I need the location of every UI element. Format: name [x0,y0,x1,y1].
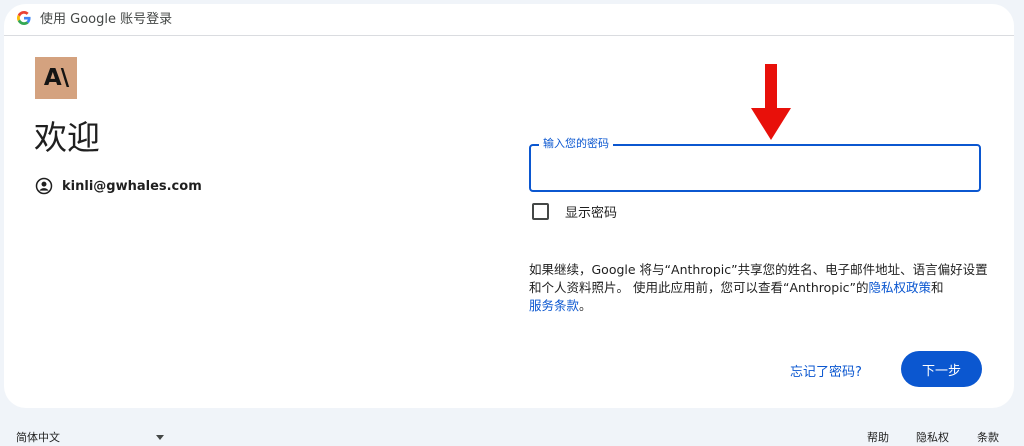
header-bar: 使用 Google 账号登录 [4,4,1014,36]
footer-terms-link[interactable]: 条款 [977,429,999,445]
footer-privacy-link[interactable]: 隐私权 [916,429,949,445]
header-title: 使用 Google 账号登录 [40,12,173,27]
show-password-checkbox[interactable] [532,203,549,220]
show-password-label: 显示密码 [565,206,618,221]
anthropic-logo-text: A\ [43,65,69,91]
next-button[interactable]: 下一步 [901,351,982,387]
language-select-value: 简体中文 [16,431,60,444]
terms-of-service-link[interactable]: 服务条款 [529,298,579,313]
show-password-toggle[interactable]: 显示密码 [532,202,617,221]
footer-help-link[interactable]: 帮助 [867,429,889,445]
language-select[interactable]: 简体中文 [16,429,166,445]
account-email: kinli@gwhales.com [62,178,202,194]
disclaimer-end: 。 [579,298,592,313]
forgot-password-link[interactable]: 忘记了密码? [790,361,862,380]
account-circle-icon [35,177,53,195]
google-g-icon [17,11,31,25]
annotation-arrow-icon [751,64,791,140]
password-field[interactable]: 输入您的密码 [529,137,981,192]
page-title: 欢迎 [34,118,100,157]
password-input[interactable] [543,156,967,182]
anthropic-logo: A\ [35,57,77,99]
footer: 简体中文 帮助 隐私权 条款 [0,420,1024,446]
chevron-down-icon [156,435,164,440]
signin-card: 使用 Google 账号登录 A\ 欢迎 kinli@gwhales.com 输… [4,4,1014,408]
disclaimer-conjunction: 和 [931,280,944,295]
privacy-policy-link[interactable]: 隐私权政策 [869,280,932,295]
account-chip[interactable]: kinli@gwhales.com [35,176,202,196]
password-field-label: 输入您的密码 [539,137,613,151]
consent-disclaimer: 如果继续，Google 将与“Anthropic”共享您的姓名、电子邮件地址、语… [529,261,989,315]
